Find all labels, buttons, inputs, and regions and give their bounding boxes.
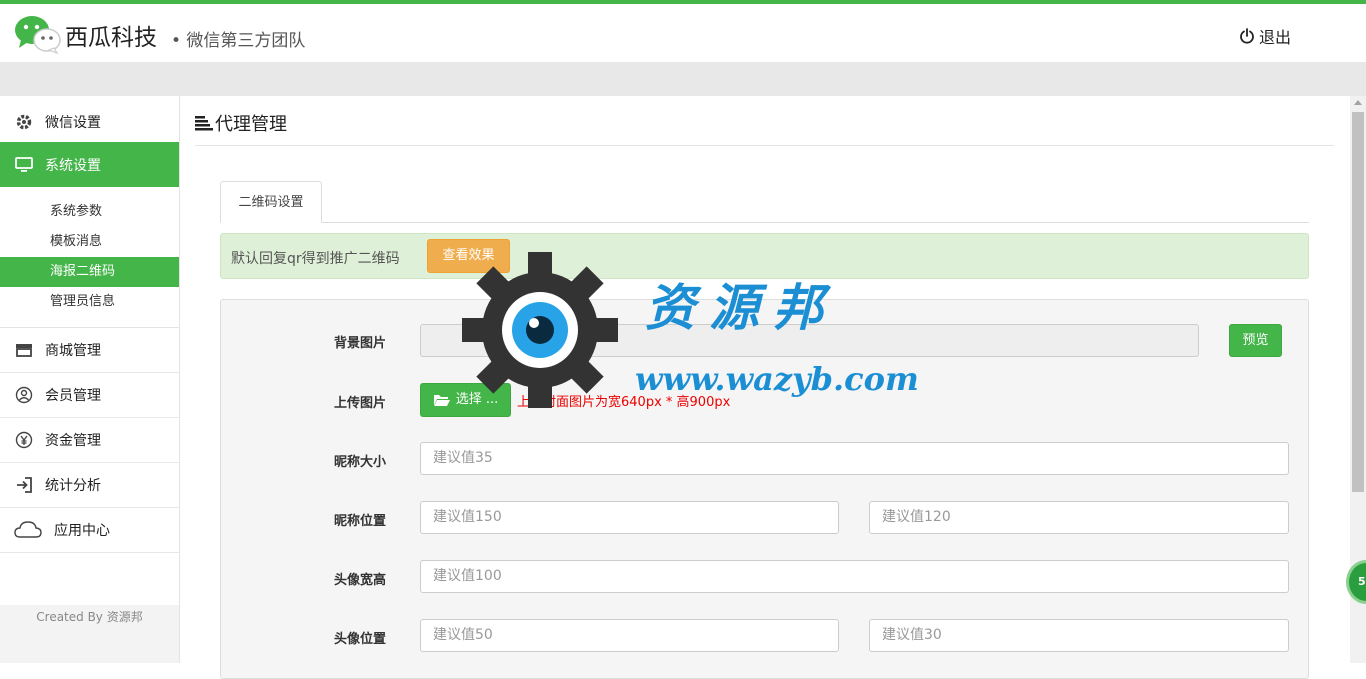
sidebar-item-statistics[interactable]: 统计分析 xyxy=(0,463,179,508)
wechat-logo-icon xyxy=(15,16,61,54)
main-content: 代理管理 二维码设置 默认回复qr得到推广二维码 查看效果 背景图片 预览 上传… xyxy=(180,96,1350,679)
sidebar-item-label: 会员管理 xyxy=(45,388,101,404)
logout-button[interactable]: 退出 xyxy=(1239,24,1291,48)
power-icon xyxy=(1240,28,1254,44)
avatar-position-x-input[interactable]: 建议值50 xyxy=(420,619,839,652)
settings-form-panel: 背景图片 预览 上传图片 选择 ... 上传封面图片为宽640px * 高900… xyxy=(220,299,1309,679)
sidebar-item-system-settings[interactable]: 系统设置 xyxy=(0,142,179,187)
sign-in-icon xyxy=(14,475,34,495)
upload-hint: 上传封面图片为宽640px * 高900px xyxy=(517,395,731,410)
bg-image-field[interactable] xyxy=(420,324,1199,357)
sidebar-item-label: 资金管理 xyxy=(45,433,101,449)
tab-qrcode-settings[interactable]: 二维码设置 xyxy=(220,181,322,223)
sidebar-item-members[interactable]: 会员管理 xyxy=(0,373,179,418)
divider xyxy=(195,145,1334,146)
choose-file-button[interactable]: 选择 ... xyxy=(420,383,511,417)
nick-position-y-input[interactable]: 建议值120 xyxy=(869,501,1289,534)
choose-file-label: 选择 ... xyxy=(455,392,499,407)
upload-image-label: 上传图片 xyxy=(334,396,387,411)
brand-name: 西瓜科技 xyxy=(65,25,157,51)
logout-label: 退出 xyxy=(1259,28,1292,47)
sidebar-item-label: 统计分析 xyxy=(45,478,101,494)
nick-position-x-input[interactable]: 建议值150 xyxy=(420,501,839,534)
sidebar-item-app-center[interactable]: 应用中心 xyxy=(0,508,179,553)
created-by-text: Created By 资源邦 xyxy=(36,610,143,624)
sidebar-item-funds[interactable]: 资金管理 xyxy=(0,418,179,463)
view-effect-button[interactable]: 查看效果 xyxy=(427,239,510,273)
scroll-up-arrow-icon[interactable] xyxy=(1354,100,1362,105)
avatar-size-label: 头像宽高 xyxy=(334,573,387,588)
sidebar-item-label: 系统设置 xyxy=(45,157,101,174)
info-alert: 默认回复qr得到推广二维码 查看效果 xyxy=(220,233,1309,279)
bg-image-label: 背景图片 xyxy=(334,336,387,351)
nick-size-input[interactable]: 建议值35 xyxy=(420,442,1289,475)
page-title-text: 代理管理 xyxy=(215,114,287,135)
header: 西瓜科技 • 微信第三方团队 退出 xyxy=(0,4,1366,62)
sidebar-item-wechat-settings[interactable]: 微信设置 xyxy=(0,100,179,145)
page-title: 代理管理 xyxy=(195,110,287,136)
alert-text: 默认回复qr得到推广二维码 xyxy=(231,251,400,267)
avatar-size-input[interactable]: 建议值100 xyxy=(420,560,1289,593)
sidebar-subitem-poster-qrcode[interactable]: 海报二维码 xyxy=(0,257,179,287)
sidebar-subitem-admin-info[interactable]: 管理员信息 xyxy=(0,287,179,317)
monitor-icon xyxy=(14,155,34,175)
yen-icon xyxy=(14,430,34,450)
sidebar-subitem-template-messages[interactable]: 模板消息 xyxy=(0,227,179,257)
sidebar-item-mall[interactable]: 商城管理 xyxy=(0,328,179,373)
scroll-thumb[interactable] xyxy=(1352,112,1364,492)
tab-bar: 二维码设置 xyxy=(220,181,1309,223)
nick-size-label: 昵称大小 xyxy=(334,455,387,470)
brand-subtitle: • 微信第三方团队 xyxy=(171,31,306,51)
avatar-position-y-input[interactable]: 建议值30 xyxy=(869,619,1289,652)
avatar-position-label: 头像位置 xyxy=(334,632,387,647)
gear-icon xyxy=(14,112,34,132)
list-icon xyxy=(195,116,213,131)
folder-open-icon xyxy=(433,395,450,406)
cloud-icon xyxy=(14,520,42,540)
nick-position-label: 昵称位置 xyxy=(334,514,387,529)
user-icon xyxy=(14,385,34,405)
sidebar-item-label: 微信设置 xyxy=(45,115,101,131)
sidebar-item-label: 商城管理 xyxy=(45,343,101,359)
store-icon xyxy=(14,340,34,360)
sidebar: 微信设置 系统设置 系统参数 模板消息 海报二维码 管理员信息 商城管理 会员管… xyxy=(0,96,180,663)
sidebar-item-label: 应用中心 xyxy=(54,523,110,539)
preview-button[interactable]: 预览 xyxy=(1229,324,1282,357)
sidebar-subitem-system-params[interactable]: 系统参数 xyxy=(0,197,179,227)
header-gray-band xyxy=(0,62,1366,96)
